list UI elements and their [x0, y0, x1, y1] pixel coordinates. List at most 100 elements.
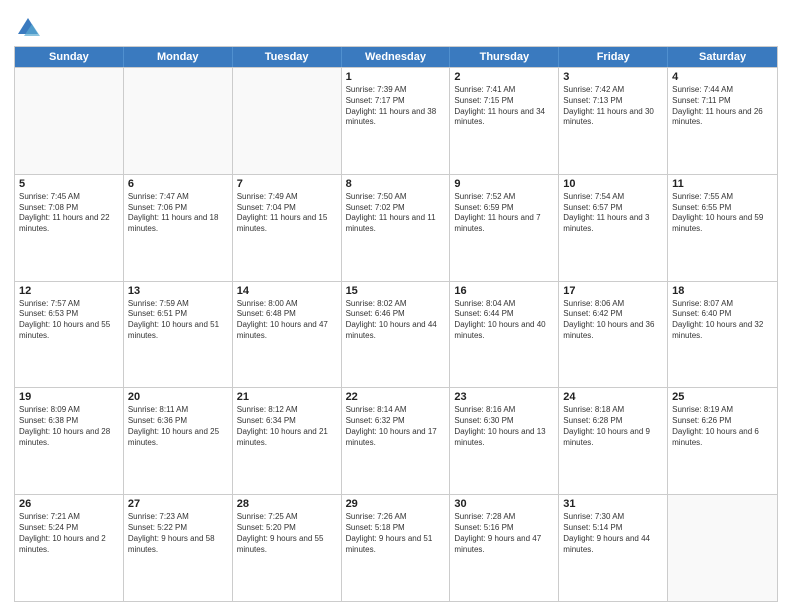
- calendar-cell-empty-4-6: [668, 495, 777, 601]
- calendar-week-3: 19 Sunrise: 8:09 AM Sunset: 6:38 PM Dayli…: [15, 387, 777, 494]
- cell-info: Sunrise: 7:54 AM Sunset: 6:57 PM Dayligh…: [563, 192, 663, 235]
- day-number: 10: [563, 178, 663, 190]
- cell-info: Sunrise: 7:28 AM Sunset: 5:16 PM Dayligh…: [454, 512, 554, 555]
- cell-info: Sunrise: 7:25 AM Sunset: 5:20 PM Dayligh…: [237, 512, 337, 555]
- calendar-cell-3: 3 Sunrise: 7:42 AM Sunset: 7:13 PM Daylig…: [559, 68, 668, 174]
- calendar-header: SundayMondayTuesdayWednesdayThursdayFrid…: [15, 47, 777, 67]
- day-number: 2: [454, 71, 554, 83]
- calendar-header-sunday: Sunday: [15, 47, 124, 67]
- calendar-cell-15: 15 Sunrise: 8:02 AM Sunset: 6:46 PM Dayli…: [342, 282, 451, 388]
- day-number: 8: [346, 178, 446, 190]
- calendar-header-monday: Monday: [124, 47, 233, 67]
- day-number: 7: [237, 178, 337, 190]
- calendar-cell-17: 17 Sunrise: 8:06 AM Sunset: 6:42 PM Dayli…: [559, 282, 668, 388]
- calendar-cell-18: 18 Sunrise: 8:07 AM Sunset: 6:40 PM Dayli…: [668, 282, 777, 388]
- cell-info: Sunrise: 7:59 AM Sunset: 6:51 PM Dayligh…: [128, 299, 228, 342]
- cell-info: Sunrise: 8:04 AM Sunset: 6:44 PM Dayligh…: [454, 299, 554, 342]
- calendar-cell-1: 1Sunrise: 7:39 AM Sunset: 7:17 PM Daylig…: [342, 68, 451, 174]
- cell-info: Sunrise: 7:55 AM Sunset: 6:55 PM Dayligh…: [672, 192, 773, 235]
- day-number: 20: [128, 391, 228, 403]
- calendar-cell-14: 14 Sunrise: 8:00 AM Sunset: 6:48 PM Dayli…: [233, 282, 342, 388]
- day-number: 4: [672, 71, 773, 83]
- cell-info: Sunrise: 8:18 AM Sunset: 6:28 PM Dayligh…: [563, 405, 663, 448]
- day-number: 21: [237, 391, 337, 403]
- cell-info: Sunrise: 7:30 AM Sunset: 5:14 PM Dayligh…: [563, 512, 663, 555]
- page-header: [14, 10, 778, 42]
- day-number: 24: [563, 391, 663, 403]
- cell-info: Sunrise: 8:02 AM Sunset: 6:46 PM Dayligh…: [346, 299, 446, 342]
- cell-info: Sunrise: 7:21 AM Sunset: 5:24 PM Dayligh…: [19, 512, 119, 555]
- cell-info: Sunrise: 7:50 AM Sunset: 7:02 PM Dayligh…: [346, 192, 446, 235]
- calendar-cell-2: 2 Sunrise: 7:41 AM Sunset: 7:15 PM Daylig…: [450, 68, 559, 174]
- cell-info: Sunrise: 7:26 AM Sunset: 5:18 PM Dayligh…: [346, 512, 446, 555]
- calendar-header-tuesday: Tuesday: [233, 47, 342, 67]
- calendar-cell-empty-0-2: [233, 68, 342, 174]
- day-number: 14: [237, 285, 337, 297]
- cell-info: Sunrise: 8:00 AM Sunset: 6:48 PM Dayligh…: [237, 299, 337, 342]
- day-number: 12: [19, 285, 119, 297]
- cell-info: Sunrise: 7:41 AM Sunset: 7:15 PM Dayligh…: [454, 85, 554, 128]
- day-number: 13: [128, 285, 228, 297]
- day-number: 29: [346, 498, 446, 510]
- logo: [14, 14, 45, 42]
- day-number: 17: [563, 285, 663, 297]
- day-number: 19: [19, 391, 119, 403]
- calendar-cell-30: 30 Sunrise: 7:28 AM Sunset: 5:16 PM Dayli…: [450, 495, 559, 601]
- cell-info: Sunrise: 7:49 AM Sunset: 7:04 PM Dayligh…: [237, 192, 337, 235]
- day-number: 6: [128, 178, 228, 190]
- cell-info: Sunrise: 8:14 AM Sunset: 6:32 PM Dayligh…: [346, 405, 446, 448]
- calendar-week-4: 26 Sunrise: 7:21 AM Sunset: 5:24 PM Dayli…: [15, 494, 777, 601]
- cell-info: Sunrise: 7:42 AM Sunset: 7:13 PM Dayligh…: [563, 85, 663, 128]
- day-number: 26: [19, 498, 119, 510]
- calendar-cell-22: 22 Sunrise: 8:14 AM Sunset: 6:32 PM Dayli…: [342, 388, 451, 494]
- cell-info: Sunrise: 7:23 AM Sunset: 5:22 PM Dayligh…: [128, 512, 228, 555]
- cell-info: Sunrise: 8:19 AM Sunset: 6:26 PM Dayligh…: [672, 405, 773, 448]
- calendar-cell-11: 11Sunrise: 7:55 AM Sunset: 6:55 PM Dayli…: [668, 175, 777, 281]
- cell-info: Sunrise: 7:39 AM Sunset: 7:17 PM Dayligh…: [346, 85, 446, 128]
- cell-info: Sunrise: 8:06 AM Sunset: 6:42 PM Dayligh…: [563, 299, 663, 342]
- day-number: 30: [454, 498, 554, 510]
- day-number: 23: [454, 391, 554, 403]
- calendar-cell-12: 12Sunrise: 7:57 AM Sunset: 6:53 PM Dayli…: [15, 282, 124, 388]
- day-number: 27: [128, 498, 228, 510]
- calendar-cell-26: 26 Sunrise: 7:21 AM Sunset: 5:24 PM Dayli…: [15, 495, 124, 601]
- calendar-week-1: 5 Sunrise: 7:45 AM Sunset: 7:08 PM Daylig…: [15, 174, 777, 281]
- day-number: 16: [454, 285, 554, 297]
- day-number: 28: [237, 498, 337, 510]
- calendar: SundayMondayTuesdayWednesdayThursdayFrid…: [14, 46, 778, 602]
- calendar-week-2: 12Sunrise: 7:57 AM Sunset: 6:53 PM Dayli…: [15, 281, 777, 388]
- cell-info: Sunrise: 7:52 AM Sunset: 6:59 PM Dayligh…: [454, 192, 554, 235]
- calendar-cell-31: 31 Sunrise: 7:30 AM Sunset: 5:14 PM Dayli…: [559, 495, 668, 601]
- cell-info: Sunrise: 8:07 AM Sunset: 6:40 PM Dayligh…: [672, 299, 773, 342]
- calendar-cell-4: 4Sunrise: 7:44 AM Sunset: 7:11 PM Daylig…: [668, 68, 777, 174]
- day-number: 25: [672, 391, 773, 403]
- day-number: 18: [672, 285, 773, 297]
- day-number: 22: [346, 391, 446, 403]
- calendar-cell-9: 9 Sunrise: 7:52 AM Sunset: 6:59 PM Daylig…: [450, 175, 559, 281]
- calendar-body: 1Sunrise: 7:39 AM Sunset: 7:17 PM Daylig…: [15, 67, 777, 601]
- calendar-cell-5: 5 Sunrise: 7:45 AM Sunset: 7:08 PM Daylig…: [15, 175, 124, 281]
- day-number: 5: [19, 178, 119, 190]
- calendar-cell-28: 28 Sunrise: 7:25 AM Sunset: 5:20 PM Dayli…: [233, 495, 342, 601]
- calendar-header-saturday: Saturday: [668, 47, 777, 67]
- calendar-cell-19: 19 Sunrise: 8:09 AM Sunset: 6:38 PM Dayli…: [15, 388, 124, 494]
- calendar-cell-6: 6 Sunrise: 7:47 AM Sunset: 7:06 PM Daylig…: [124, 175, 233, 281]
- calendar-cell-7: 7 Sunrise: 7:49 AM Sunset: 7:04 PM Daylig…: [233, 175, 342, 281]
- calendar-cell-16: 16 Sunrise: 8:04 AM Sunset: 6:44 PM Dayli…: [450, 282, 559, 388]
- cell-info: Sunrise: 8:09 AM Sunset: 6:38 PM Dayligh…: [19, 405, 119, 448]
- calendar-cell-10: 10 Sunrise: 7:54 AM Sunset: 6:57 PM Dayli…: [559, 175, 668, 281]
- calendar-week-0: 1Sunrise: 7:39 AM Sunset: 7:17 PM Daylig…: [15, 67, 777, 174]
- day-number: 15: [346, 285, 446, 297]
- day-number: 31: [563, 498, 663, 510]
- calendar-cell-empty-0-0: [15, 68, 124, 174]
- calendar-cell-24: 24 Sunrise: 8:18 AM Sunset: 6:28 PM Dayli…: [559, 388, 668, 494]
- day-number: 9: [454, 178, 554, 190]
- cell-info: Sunrise: 7:45 AM Sunset: 7:08 PM Dayligh…: [19, 192, 119, 235]
- cell-info: Sunrise: 7:47 AM Sunset: 7:06 PM Dayligh…: [128, 192, 228, 235]
- cell-info: Sunrise: 8:11 AM Sunset: 6:36 PM Dayligh…: [128, 405, 228, 448]
- day-number: 3: [563, 71, 663, 83]
- cell-info: Sunrise: 8:16 AM Sunset: 6:30 PM Dayligh…: [454, 405, 554, 448]
- calendar-cell-20: 20 Sunrise: 8:11 AM Sunset: 6:36 PM Dayli…: [124, 388, 233, 494]
- calendar-header-wednesday: Wednesday: [342, 47, 451, 67]
- calendar-cell-empty-0-1: [124, 68, 233, 174]
